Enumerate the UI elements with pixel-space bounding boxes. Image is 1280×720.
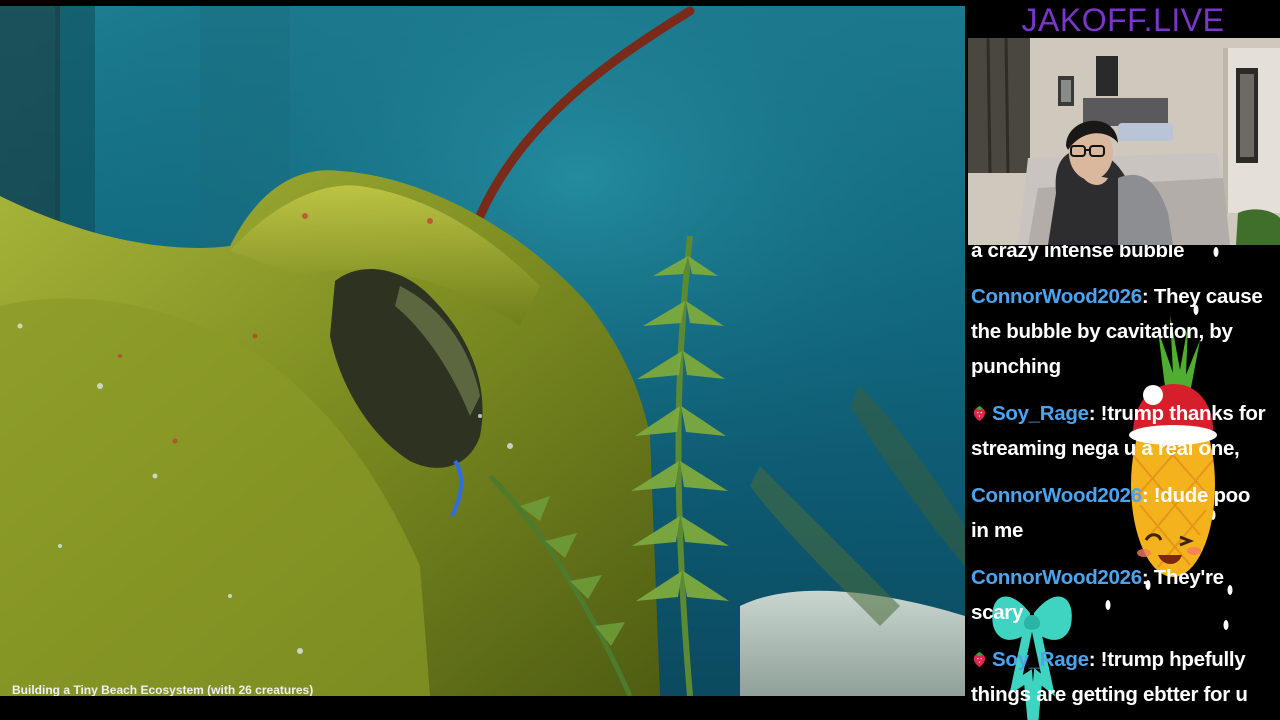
chat-username[interactable]: ConnorWood2026 bbox=[971, 285, 1142, 308]
chat-username[interactable]: ConnorWood2026 bbox=[971, 484, 1142, 507]
strawberry-icon bbox=[973, 405, 986, 422]
chat-separator: : bbox=[1141, 484, 1154, 507]
chat-separator: : bbox=[1141, 285, 1154, 308]
chat-message-text: a crazy intense bubble bbox=[971, 245, 1185, 262]
video-title: Building a Tiny Beach Ecosystem (with 26… bbox=[12, 683, 314, 696]
chat-panel: a crazy intense bubble ConnorWood2026: T… bbox=[968, 245, 1280, 720]
stream-layout: Building a Tiny Beach Ecosystem (with 26… bbox=[0, 0, 1280, 720]
chat-message: Soy_Rage: !trump hpefully things are get… bbox=[971, 642, 1273, 712]
chat-message-partial: a crazy intense bubble bbox=[971, 245, 1273, 268]
chat-username[interactable]: Soy_Rage bbox=[992, 402, 1089, 425]
chat-separator: : bbox=[1088, 402, 1101, 425]
aquarium-scene bbox=[0, 6, 965, 696]
chat-message: ConnorWood2026: They're scary bbox=[971, 560, 1273, 630]
chat-message: ConnorWood2026: They cause the bubble by… bbox=[971, 279, 1273, 384]
chat-separator: : bbox=[1088, 648, 1101, 671]
chat-message: ConnorWood2026: !dude poo in me bbox=[971, 478, 1273, 548]
strawberry-icon bbox=[973, 651, 986, 668]
video-player[interactable]: Building a Tiny Beach Ecosystem (with 26… bbox=[0, 6, 965, 696]
chat-message: Soy_Rage: !trump thanks for streaming ne… bbox=[971, 396, 1273, 466]
chat-username[interactable]: ConnorWood2026 bbox=[971, 566, 1142, 589]
webcam-scene bbox=[968, 38, 1280, 245]
chat-username[interactable]: Soy_Rage bbox=[992, 648, 1089, 671]
chat-separator: : bbox=[1141, 566, 1154, 589]
stream-brand-title: JAKOFF.LIVE bbox=[966, 0, 1280, 38]
webcam-feed bbox=[968, 38, 1280, 245]
